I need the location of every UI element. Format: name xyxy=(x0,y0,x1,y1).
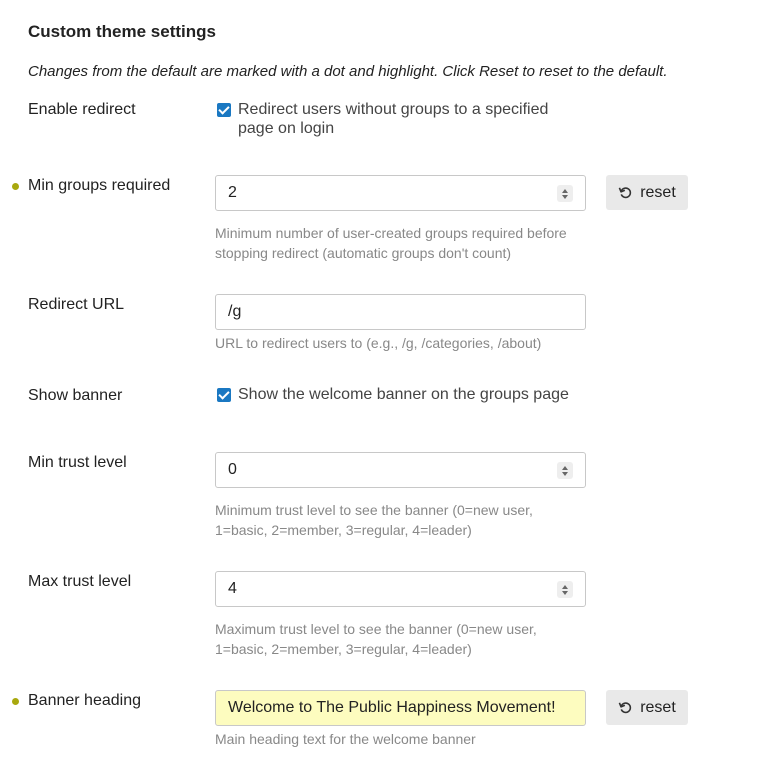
enable-redirect-checkbox[interactable] xyxy=(217,103,231,117)
min-trust-input[interactable]: 0 xyxy=(215,452,586,488)
min-groups-label: Min groups required xyxy=(28,177,171,194)
min-groups-reset-button[interactable]: reset xyxy=(606,175,688,210)
redirect-url-value: /g xyxy=(228,303,242,320)
show-banner-text: Show the welcome banner on the groups pa… xyxy=(238,386,569,403)
enable-redirect-setting: Redirect users without groups to a speci… xyxy=(217,100,548,138)
max-trust-help-line2: 1=basic, 2=member, 3=regular, 4=leader) xyxy=(215,641,472,657)
min-groups-help-line2: stopping redirect (automatic groups don'… xyxy=(215,245,512,261)
redirect-url-label: Redirect URL xyxy=(28,296,125,313)
modified-indicator-dot xyxy=(12,183,19,190)
redirect-url-help: URL to redirect users to (e.g., /g, /cat… xyxy=(215,335,542,351)
min-groups-value: 2 xyxy=(228,184,237,201)
min-trust-label: Min trust level xyxy=(28,454,127,471)
reset-button-label: reset xyxy=(640,183,676,201)
reset-button-label: reset xyxy=(640,698,676,716)
max-trust-label: Max trust level xyxy=(28,573,132,590)
redirect-url-input[interactable]: /g xyxy=(215,294,586,330)
banner-heading-help: Main heading text for the welcome banner xyxy=(215,731,476,747)
undo-icon xyxy=(618,187,632,199)
modified-indicator-dot xyxy=(12,698,19,705)
enable-redirect-text-line2: page on login xyxy=(238,120,335,137)
max-trust-help: Maximum trust level to see the banner (0… xyxy=(215,619,537,659)
max-trust-help-line1: Maximum trust level to see the banner (0… xyxy=(215,621,537,637)
undo-icon xyxy=(618,702,632,714)
max-trust-value: 4 xyxy=(228,580,237,597)
min-groups-help: Minimum number of user-created groups re… xyxy=(215,223,567,263)
show-banner-setting: Show the welcome banner on the groups pa… xyxy=(217,385,569,404)
number-spinner[interactable] xyxy=(557,185,573,202)
number-spinner[interactable] xyxy=(557,462,573,479)
banner-heading-reset-button[interactable]: reset xyxy=(606,690,688,725)
enable-redirect-text: Redirect users without groups to a speci… xyxy=(238,100,548,138)
show-banner-checkbox[interactable] xyxy=(217,388,231,402)
banner-heading-value: Welcome to The Public Happiness Movement… xyxy=(228,699,556,716)
banner-heading-label: Banner heading xyxy=(28,692,141,709)
min-groups-input[interactable]: 2 xyxy=(215,175,586,211)
max-trust-input[interactable]: 4 xyxy=(215,571,586,607)
show-banner-label: Show banner xyxy=(28,387,123,404)
page-title: Custom theme settings xyxy=(28,22,216,41)
min-trust-help-line2: 1=basic, 2=member, 3=regular, 4=leader) xyxy=(215,522,472,538)
min-trust-help: Minimum trust level to see the banner (0… xyxy=(215,500,533,540)
min-trust-help-line1: Minimum trust level to see the banner (0… xyxy=(215,502,533,518)
enable-redirect-text-line1: Redirect users without groups to a speci… xyxy=(238,101,549,118)
banner-heading-input[interactable]: Welcome to The Public Happiness Movement… xyxy=(215,690,586,726)
min-trust-value: 0 xyxy=(228,461,237,478)
page-subtitle: Changes from the default are marked with… xyxy=(28,63,668,80)
min-groups-help-line1: Minimum number of user-created groups re… xyxy=(215,225,567,241)
enable-redirect-label: Enable redirect xyxy=(28,101,136,118)
number-spinner[interactable] xyxy=(557,581,573,598)
